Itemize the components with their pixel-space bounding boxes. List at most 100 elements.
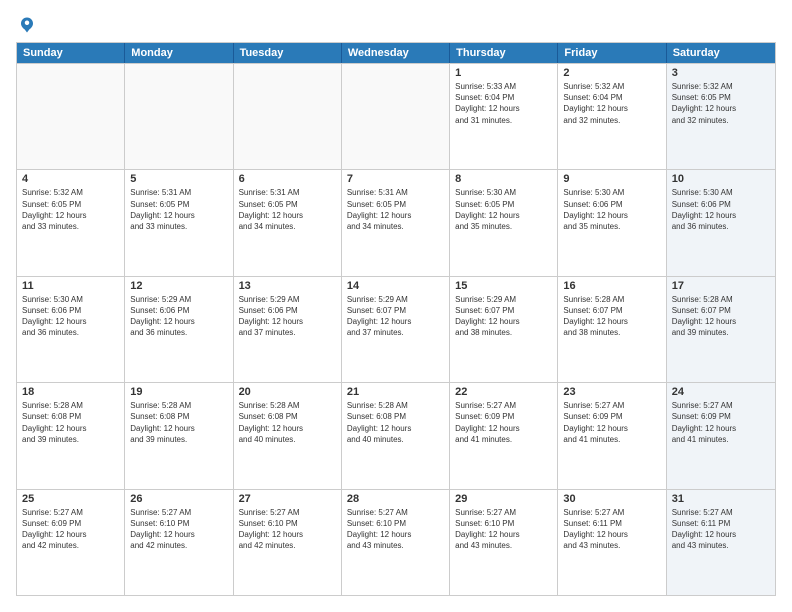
- calendar-cell: 6 Sunrise: 5:31 AM Sunset: 6:05 PM Daylig…: [234, 170, 342, 275]
- cell-date: 23: [563, 386, 660, 398]
- calendar-cell: 9 Sunrise: 5:30 AM Sunset: 6:06 PM Daylig…: [558, 170, 666, 275]
- cell-info: Sunrise: 5:31 AM Sunset: 6:05 PM Dayligh…: [130, 187, 227, 232]
- cell-date: 20: [239, 386, 336, 398]
- calendar-cell: 4 Sunrise: 5:32 AM Sunset: 6:05 PM Daylig…: [17, 170, 125, 275]
- cell-info: Sunrise: 5:30 AM Sunset: 6:05 PM Dayligh…: [455, 187, 552, 232]
- cell-info: Sunrise: 5:29 AM Sunset: 6:06 PM Dayligh…: [130, 294, 227, 339]
- calendar-cell: 7 Sunrise: 5:31 AM Sunset: 6:05 PM Daylig…: [342, 170, 450, 275]
- calendar-cell: 10Sunrise: 5:30 AM Sunset: 6:06 PM Dayli…: [667, 170, 775, 275]
- calendar-cell: 24 Sunrise: 5:27 AM Sunset: 6:09 PM Dayli…: [667, 383, 775, 488]
- cell-date: 21: [347, 386, 444, 398]
- cell-info: Sunrise: 5:27 AM Sunset: 6:10 PM Dayligh…: [455, 507, 552, 552]
- cell-date: 10: [672, 173, 770, 185]
- calendar-cell: 18 Sunrise: 5:28 AM Sunset: 6:08 PM Dayli…: [17, 383, 125, 488]
- cell-info: Sunrise: 5:27 AM Sunset: 6:10 PM Dayligh…: [130, 507, 227, 552]
- cell-info: Sunrise: 5:27 AM Sunset: 6:10 PM Dayligh…: [347, 507, 444, 552]
- cell-date: 12: [130, 280, 227, 292]
- day-header-saturday: Saturday: [667, 43, 775, 63]
- calendar-cell: 20Sunrise: 5:28 AM Sunset: 6:08 PM Dayli…: [234, 383, 342, 488]
- cell-info: Sunrise: 5:30 AM Sunset: 6:06 PM Dayligh…: [22, 294, 119, 339]
- day-header-monday: Monday: [125, 43, 233, 63]
- cell-date: 5: [130, 173, 227, 185]
- calendar-row-1: 1 Sunrise: 5:33 AM Sunset: 6:04 PM Daylig…: [17, 63, 775, 169]
- cell-info: Sunrise: 5:29 AM Sunset: 6:07 PM Dayligh…: [347, 294, 444, 339]
- logo-icon: [18, 16, 36, 34]
- calendar-cell: 29 Sunrise: 5:27 AM Sunset: 6:10 PM Dayli…: [450, 490, 558, 595]
- calendar-cell: 1 Sunrise: 5:33 AM Sunset: 6:04 PM Daylig…: [450, 64, 558, 169]
- calendar-cell: 31 Sunrise: 5:27 AM Sunset: 6:11 PM Dayli…: [667, 490, 775, 595]
- calendar-cell: [342, 64, 450, 169]
- day-header-friday: Friday: [558, 43, 666, 63]
- calendar-cell: 11 Sunrise: 5:30 AM Sunset: 6:06 PM Dayli…: [17, 277, 125, 382]
- calendar-cell: 25Sunrise: 5:27 AM Sunset: 6:09 PM Dayli…: [17, 490, 125, 595]
- cell-date: 15: [455, 280, 552, 292]
- calendar-header: SundayMondayTuesdayWednesdayThursdayFrid…: [17, 43, 775, 63]
- cell-date: 11: [22, 280, 119, 292]
- calendar-cell: [17, 64, 125, 169]
- cell-info: Sunrise: 5:27 AM Sunset: 6:10 PM Dayligh…: [239, 507, 336, 552]
- cell-date: 26: [130, 493, 227, 505]
- cell-date: 9: [563, 173, 660, 185]
- cell-date: 19: [130, 386, 227, 398]
- cell-info: Sunrise: 5:30 AM Sunset: 6:06 PM Dayligh…: [563, 187, 660, 232]
- calendar-cell: 14 Sunrise: 5:29 AM Sunset: 6:07 PM Dayli…: [342, 277, 450, 382]
- cell-date: 7: [347, 173, 444, 185]
- cell-date: 4: [22, 173, 119, 185]
- cell-date: 18: [22, 386, 119, 398]
- calendar-cell: 26 Sunrise: 5:27 AM Sunset: 6:10 PM Dayli…: [125, 490, 233, 595]
- cell-date: 14: [347, 280, 444, 292]
- cell-info: Sunrise: 5:31 AM Sunset: 6:05 PM Dayligh…: [347, 187, 444, 232]
- calendar-cell: 13 Sunrise: 5:29 AM Sunset: 6:06 PM Dayli…: [234, 277, 342, 382]
- cell-date: 2: [563, 67, 660, 79]
- cell-date: 27: [239, 493, 336, 505]
- calendar-row-3: 11 Sunrise: 5:30 AM Sunset: 6:06 PM Dayli…: [17, 276, 775, 382]
- calendar-cell: 28Sunrise: 5:27 AM Sunset: 6:10 PM Dayli…: [342, 490, 450, 595]
- calendar-body: 1 Sunrise: 5:33 AM Sunset: 6:04 PM Daylig…: [17, 63, 775, 595]
- calendar-cell: 23Sunrise: 5:27 AM Sunset: 6:09 PM Dayli…: [558, 383, 666, 488]
- page: SundayMondayTuesdayWednesdayThursdayFrid…: [0, 0, 792, 612]
- cell-info: Sunrise: 5:32 AM Sunset: 6:04 PM Dayligh…: [563, 81, 660, 126]
- calendar-cell: [234, 64, 342, 169]
- day-header-sunday: Sunday: [17, 43, 125, 63]
- cell-info: Sunrise: 5:28 AM Sunset: 6:08 PM Dayligh…: [347, 400, 444, 445]
- cell-info: Sunrise: 5:27 AM Sunset: 6:11 PM Dayligh…: [563, 507, 660, 552]
- cell-date: 29: [455, 493, 552, 505]
- calendar-cell: 8Sunrise: 5:30 AM Sunset: 6:05 PM Daylig…: [450, 170, 558, 275]
- calendar-cell: 12 Sunrise: 5:29 AM Sunset: 6:06 PM Dayli…: [125, 277, 233, 382]
- calendar-cell: 15 Sunrise: 5:29 AM Sunset: 6:07 PM Dayli…: [450, 277, 558, 382]
- cell-info: Sunrise: 5:28 AM Sunset: 6:07 PM Dayligh…: [563, 294, 660, 339]
- cell-info: Sunrise: 5:33 AM Sunset: 6:04 PM Dayligh…: [455, 81, 552, 126]
- cell-date: 30: [563, 493, 660, 505]
- calendar-cell: 3 Sunrise: 5:32 AM Sunset: 6:05 PM Daylig…: [667, 64, 775, 169]
- header: [16, 16, 776, 34]
- calendar-cell: 21 Sunrise: 5:28 AM Sunset: 6:08 PM Dayli…: [342, 383, 450, 488]
- cell-date: 22: [455, 386, 552, 398]
- calendar-row-5: 25Sunrise: 5:27 AM Sunset: 6:09 PM Dayli…: [17, 489, 775, 595]
- cell-date: 16: [563, 280, 660, 292]
- cell-date: 3: [672, 67, 770, 79]
- cell-info: Sunrise: 5:29 AM Sunset: 6:07 PM Dayligh…: [455, 294, 552, 339]
- calendar-cell: 22Sunrise: 5:27 AM Sunset: 6:09 PM Dayli…: [450, 383, 558, 488]
- cell-info: Sunrise: 5:28 AM Sunset: 6:08 PM Dayligh…: [130, 400, 227, 445]
- cell-info: Sunrise: 5:27 AM Sunset: 6:11 PM Dayligh…: [672, 507, 770, 552]
- cell-info: Sunrise: 5:27 AM Sunset: 6:09 PM Dayligh…: [672, 400, 770, 445]
- cell-info: Sunrise: 5:32 AM Sunset: 6:05 PM Dayligh…: [672, 81, 770, 126]
- cell-info: Sunrise: 5:28 AM Sunset: 6:08 PM Dayligh…: [22, 400, 119, 445]
- cell-date: 31: [672, 493, 770, 505]
- calendar-cell: 19 Sunrise: 5:28 AM Sunset: 6:08 PM Dayli…: [125, 383, 233, 488]
- cell-date: 6: [239, 173, 336, 185]
- logo-text: [16, 16, 36, 34]
- calendar-cell: [125, 64, 233, 169]
- cell-date: 24: [672, 386, 770, 398]
- calendar-cell: 27 Sunrise: 5:27 AM Sunset: 6:10 PM Dayli…: [234, 490, 342, 595]
- cell-date: 13: [239, 280, 336, 292]
- cell-info: Sunrise: 5:29 AM Sunset: 6:06 PM Dayligh…: [239, 294, 336, 339]
- calendar-cell: 16 Sunrise: 5:28 AM Sunset: 6:07 PM Dayli…: [558, 277, 666, 382]
- cell-info: Sunrise: 5:31 AM Sunset: 6:05 PM Dayligh…: [239, 187, 336, 232]
- calendar-row-2: 4 Sunrise: 5:32 AM Sunset: 6:05 PM Daylig…: [17, 169, 775, 275]
- cell-info: Sunrise: 5:32 AM Sunset: 6:05 PM Dayligh…: [22, 187, 119, 232]
- cell-date: 1: [455, 67, 552, 79]
- calendar-cell: 2 Sunrise: 5:32 AM Sunset: 6:04 PM Daylig…: [558, 64, 666, 169]
- cell-info: Sunrise: 5:27 AM Sunset: 6:09 PM Dayligh…: [22, 507, 119, 552]
- day-header-thursday: Thursday: [450, 43, 558, 63]
